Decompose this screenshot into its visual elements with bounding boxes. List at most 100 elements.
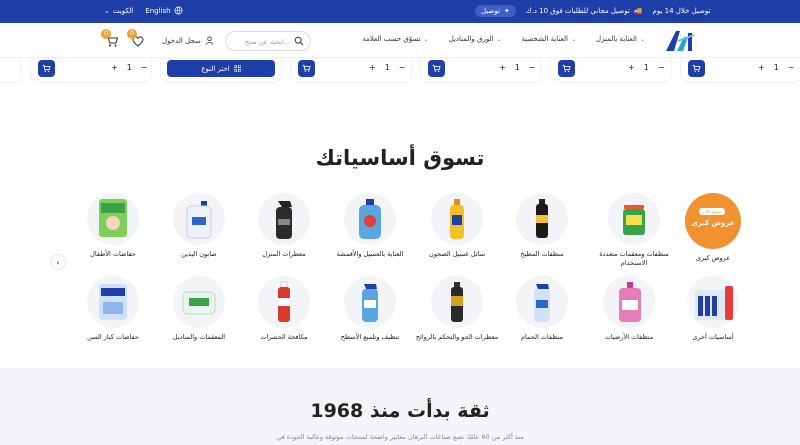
category-image <box>344 276 396 328</box>
cart-icon <box>42 64 51 73</box>
plus-icon[interactable]: + <box>628 63 635 72</box>
plus-icon[interactable]: + <box>111 63 118 72</box>
language-switch[interactable]: English <box>145 6 183 15</box>
quantity-stepper[interactable]: + 1 − <box>758 63 795 72</box>
category-laundry-care[interactable]: العناية بالغسيل والأقمشة <box>325 193 415 259</box>
plus-icon[interactable]: + <box>499 63 506 72</box>
category-kitchen-cleaners[interactable]: منظفات المطبخ <box>497 193 587 259</box>
category-label: سائل غسيل الصحون <box>428 250 486 258</box>
category-label: عروض كبرى <box>695 254 731 262</box>
truck-icon: 🚚 <box>633 7 643 15</box>
add-to-cart-button[interactable] <box>428 60 445 77</box>
wishlist-button[interactable]: 0 <box>127 29 147 49</box>
category-label: حفاضات كبار السن <box>87 333 139 341</box>
promo-free-shipping: توصيل مجاني للطلبات فوق 10 د.ك 🚚 <box>526 7 643 15</box>
dish-soap-bottle-icon <box>450 199 464 239</box>
product-card <box>0 58 22 83</box>
category-label: حفاضات الأطفال <box>90 250 136 258</box>
trust-text: منذ أكثر من 60 عامًا، تضع صناعات البرهان… <box>276 433 524 441</box>
nav-label: العناية بالمنزل <box>596 35 637 43</box>
category-image <box>516 193 568 245</box>
category-image <box>344 193 396 245</box>
quantity-stepper[interactable]: + 1 − <box>499 63 536 72</box>
trigger-spray-icon <box>276 201 292 239</box>
category-big-offers[interactable]: تسوق الآن عروض كبرى عروض كبرى <box>668 193 758 263</box>
category-pest-control[interactable]: مكافحة الحشرات <box>239 276 329 342</box>
quantity-value: 1 <box>773 63 779 72</box>
wishlist-count: 0 <box>127 29 137 39</box>
category-adult-diapers[interactable]: حفاضات كبار السن <box>68 276 158 342</box>
add-to-cart-button[interactable] <box>298 60 315 77</box>
category-hand-soap[interactable]: صابون اليدين <box>154 193 244 259</box>
offer-title: عروض كبرى <box>691 219 735 227</box>
login-link[interactable]: سجل الدخول <box>162 36 214 45</box>
quantity-stepper[interactable]: + 1 − <box>628 63 665 72</box>
nav-label: تسوّق حسب العلامة <box>362 35 421 43</box>
promo-deal: توصيل خلال 14 يوم <box>653 7 711 15</box>
category-bathroom-cleaners[interactable]: منظفات الحمام <box>497 276 587 342</box>
nav-shop-by-brand[interactable]: تسوّق حسب العلامة ⌄ <box>362 35 428 43</box>
search-input[interactable]: ابحث عن منتج... <box>225 31 311 51</box>
minus-icon[interactable]: − <box>529 63 536 72</box>
plus-icon[interactable]: + <box>758 63 765 72</box>
category-sanitizers-wipes[interactable]: المعقمات والمناديل <box>154 276 244 342</box>
category-air-fresheners[interactable]: معطرات الجو والتحكم بالروائح <box>412 276 502 342</box>
carousel-prev-button[interactable]: ‹ <box>50 254 66 270</box>
country-selector[interactable]: ⌄ الكويت <box>104 7 133 15</box>
add-to-cart-button[interactable] <box>38 60 55 77</box>
category-label: مكافحة الحشرات <box>260 333 308 341</box>
cart-button[interactable]: 0 <box>101 29 121 49</box>
cart-icon <box>562 64 571 73</box>
country-label: الكويت <box>112 6 134 15</box>
category-label: معطرات الجو والتحكم بالروائح <box>415 333 499 341</box>
add-to-cart-button[interactable] <box>558 60 575 77</box>
promo-delivery: توصيل ✦ <box>475 5 516 17</box>
chevron-down-icon: ⌄ <box>639 35 645 43</box>
promo-delivery-text: توصيل <box>481 7 500 15</box>
diaper-pack-icon <box>99 199 127 237</box>
nav-paper-tissues[interactable]: الورق والمناديل ⌄ <box>449 35 502 43</box>
search-placeholder: ابحث عن منتج... <box>245 38 290 46</box>
category-label: تنظيف وتلميع الأسطح <box>340 333 400 341</box>
promo-deal-text: توصيل خلال 14 يوم <box>652 7 711 15</box>
category-surface-cleaning[interactable]: تنظيف وتلميع الأسطح <box>325 276 415 342</box>
login-label: سجل الدخول <box>162 36 201 45</box>
category-multi-purpose-cleaners[interactable]: منظفات ومعقمات متعددة الاستخدام <box>589 193 679 268</box>
plus-icon[interactable]: + <box>369 63 376 72</box>
site-logo[interactable] <box>664 29 698 53</box>
minus-icon[interactable]: − <box>658 63 665 72</box>
choose-variant-button[interactable]: اختر النوع <box>167 60 275 77</box>
category-image <box>173 276 225 328</box>
product-card: + 1 − <box>290 58 412 83</box>
quantity-stepper[interactable]: + 1 − <box>111 63 148 72</box>
grid-icon <box>233 65 241 72</box>
soap-gallon-icon <box>186 201 212 239</box>
quantity-stepper[interactable]: + 1 − <box>369 63 406 72</box>
nav-personal-care[interactable]: العناية الشخصية ⌄ <box>522 35 576 43</box>
product-strip: + 1 − اختر النوع + 1 − + 1 − + 1 − + 1 − <box>0 58 800 85</box>
section-title: تسوق أساسياتك <box>315 146 485 170</box>
category-label: معطرات المنزل <box>262 250 306 258</box>
promo-marquee: توصيل ✦ توصيل مجاني للطلبات فوق 10 د.ك 🚚… <box>475 5 795 17</box>
chevron-left-icon: ‹ <box>56 257 60 267</box>
category-dishwashing-liquid[interactable]: سائل غسيل الصحون <box>412 193 502 259</box>
glass-cleaner-icon <box>362 284 378 322</box>
category-image <box>431 276 483 328</box>
minus-icon[interactable]: − <box>141 63 148 72</box>
category-image <box>516 276 568 328</box>
quantity-value: 1 <box>126 63 132 72</box>
category-other-essentials[interactable]: أساسيات أخرى <box>668 276 758 342</box>
nav-home-care[interactable]: العناية بالمنزل ⌄ <box>596 35 645 43</box>
add-to-cart-button[interactable] <box>688 60 705 77</box>
category-image <box>431 193 483 245</box>
minus-icon[interactable]: − <box>788 63 795 72</box>
category-baby-diapers[interactable]: حفاضات الأطفال <box>68 193 158 259</box>
category-label: صابون اليدين <box>181 250 217 258</box>
globe-icon <box>174 6 183 15</box>
batteries-icon <box>695 286 733 320</box>
category-floor-cleaners[interactable]: منظفات الأرضيات <box>584 276 674 342</box>
minus-icon[interactable]: − <box>399 63 406 72</box>
category-home-fresheners[interactable]: معطرات المنزل <box>239 193 329 259</box>
search-icon[interactable] <box>294 36 304 46</box>
main-nav: العناية بالمنزل ⌄ العناية الشخصية ⌄ الورق … <box>362 35 645 43</box>
